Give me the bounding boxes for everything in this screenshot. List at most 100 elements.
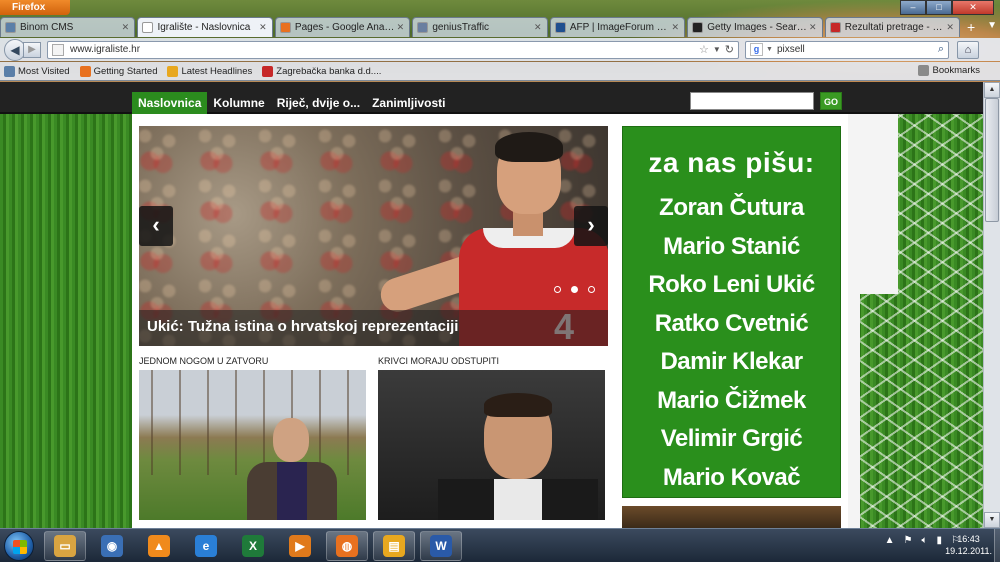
taskbar-app-button[interactable]: W [420,531,462,561]
bookmark-item[interactable]: Getting Started [79,65,157,77]
teaser-image-person [438,393,598,520]
scroll-down-button[interactable]: ▼ [984,512,1000,528]
tray-expand-icon[interactable]: ▲ [885,535,895,546]
start-button[interactable] [4,531,34,561]
tab-close-icon[interactable]: ✕ [945,22,955,33]
site-top-nav: Naslovnica Kolumne Riječ, dvije o... Zaniml… [0,82,983,114]
window-controls: – □ ✕ [900,0,994,15]
author-name[interactable]: Mario Kovač [623,459,840,498]
windows-taskbar: ▭ ◉ ▲ e X ▶ ◍ ▤ W ▲ ⚑ 🔈︎ ▮ ⚐ 16:43 19.12.2011. [0,528,1000,562]
author-name[interactable]: Mario Stanić [623,228,840,267]
teaser-title[interactable]: KRIVCI MORAJU ODSTUPITI [378,356,605,366]
taskbar-app-button[interactable]: ▲ [138,531,180,561]
bookmark-item[interactable]: Latest Headlines [167,65,252,77]
home-button[interactable]: ⌂ [957,40,979,59]
site-search-input[interactable] [690,92,814,110]
teaser-image-2[interactable] [378,370,605,520]
browser-tab[interactable]: AFP | ImageForum Down...✕ [549,17,686,37]
bank-icon [262,65,274,77]
teaser-image-person [247,418,337,520]
google-engine-icon[interactable]: g [750,43,763,56]
tab-label: Igralište - Naslovnica [157,22,251,33]
site-search-go-button[interactable]: GO [820,92,842,110]
slider-caption[interactable]: Ukić: Tužna istina o hrvatskoj reprezent… [139,310,608,346]
author-name[interactable]: Velimir Grgić [623,420,840,459]
bookmarks-menu-label: Bookmarks [932,65,980,76]
slider-dot[interactable] [571,286,578,293]
teaser-image-1[interactable] [139,370,366,520]
taskbar-app-button[interactable]: ▭ [44,531,86,561]
browser-tab[interactable]: Rezultati pretrage - Pixsel...✕ [824,17,961,37]
slider-dot[interactable] [554,286,561,293]
menu-item[interactable]: Riječ, dvije o... [271,92,366,114]
taskbar-app-button[interactable]: ▶ [279,531,321,561]
new-tab-button[interactable]: + [962,18,980,36]
flag-icon[interactable]: ⚑ [904,535,913,546]
tab-favicon-icon [829,22,841,33]
url-bar[interactable]: www.igraliste.hr ☆ ▼ ↻ [47,40,739,59]
url-history-dropdown-icon[interactable]: ▼ [713,45,721,54]
author-name[interactable]: Roko Leni Ukić [623,266,840,305]
teaser-article-2[interactable]: KRIVCI MORAJU ODSTUPITI [378,356,605,520]
browser-tab[interactable]: geniusTraffic ✕ [412,17,548,37]
pictures-icon: ▤ [383,535,405,557]
slider-prev-button[interactable]: ‹ [139,206,173,246]
menu-item[interactable]: Zanimljivosti [366,92,451,114]
bookmark-item[interactable]: Zagrebačka banka d.d.... [262,65,381,77]
site-identity-icon[interactable] [52,43,64,56]
close-window-button[interactable]: ✕ [952,0,994,15]
firefox-menu-button[interactable]: Firefox [0,0,70,15]
list-all-tabs-button[interactable]: ▼ [984,17,1000,35]
page-scrollbar[interactable]: ▲ ▼ [983,82,1000,528]
search-engine-dropdown-icon[interactable]: ▼ [766,46,773,53]
scroll-up-button[interactable]: ▲ [984,82,1000,98]
bookmark-item[interactable]: Most Visited [4,65,70,77]
author-name[interactable]: Zoran Čutura [623,189,840,228]
main-content: 4 ‹ › Ukić: Tužna istina o hrvatskoj rep… [132,114,848,528]
featured-slider[interactable]: 4 ‹ › Ukić: Tužna istina o hrvatskoj rep… [139,126,608,346]
search-input[interactable]: pixsell [777,44,938,55]
rss-icon [167,65,179,77]
system-clock[interactable]: 16:43 19.12.2011. [945,533,992,557]
tab-close-icon[interactable]: ✕ [120,22,130,33]
taskbar-app-button[interactable]: ◉ [91,531,133,561]
maximize-button[interactable]: □ [926,0,952,15]
author-name[interactable]: Damir Klekar [623,343,840,382]
bookmarks-menu[interactable]: Bookmarks [918,65,980,76]
bookmark-star-icon[interactable]: ☆ [699,43,709,56]
network-icon[interactable]: ▮ [937,535,943,546]
browser-tab[interactable]: Getty Images - Search: cr...✕ [687,17,823,37]
browser-tab[interactable]: Igralište - Naslovnica ✕ [137,17,273,37]
slider-dot[interactable] [588,286,595,293]
volume-icon[interactable]: 🔈︎ [922,535,928,546]
browser-tab[interactable]: Pages - Google Analytics✕ [274,17,411,37]
scrollbar-thumb[interactable] [985,98,999,222]
side-banner-partial[interactable] [622,506,841,528]
show-desktop-button[interactable] [994,529,1000,562]
author-name[interactable]: Ratko Cvetnić [623,305,840,344]
url-text[interactable]: www.igraliste.hr [70,44,695,55]
menu-item[interactable]: Naslovnica [132,92,208,114]
tab-close-icon[interactable]: ✕ [808,22,818,33]
tab-close-icon[interactable]: ✕ [670,22,680,33]
taskbar-app-button[interactable]: X [232,531,274,561]
teaser-article-1[interactable]: JEDNOM NOGOM U ZATVORU [139,356,366,520]
search-bar[interactable]: g ▼ pixsell ⌕ [745,40,949,59]
forward-button[interactable]: ▶ [23,41,41,58]
slider-next-button[interactable]: › [574,206,608,246]
taskbar-app-button[interactable]: e [185,531,227,561]
menu-item[interactable]: Kolumne [207,92,270,114]
author-name[interactable]: Mario Čižmek [623,382,840,421]
taskbar-app-button[interactable]: ▤ [373,531,415,561]
reload-icon[interactable]: ↻ [725,43,734,56]
person-shirt [494,479,542,520]
teaser-title[interactable]: JEDNOM NOGOM U ZATVORU [139,356,366,366]
search-magnifier-icon[interactable]: ⌕ [938,43,944,56]
taskbar-app-button[interactable]: ◍ [326,531,368,561]
bookmarks-toolbar: Most Visited Getting Started Latest Headli… [0,62,1000,81]
tab-close-icon[interactable]: ✕ [395,22,405,33]
browser-tab[interactable]: Binom CMS ✕ [0,17,136,37]
minimize-button[interactable]: – [900,0,926,15]
tab-close-icon[interactable]: ✕ [258,22,268,33]
tab-close-icon[interactable]: ✕ [533,22,543,33]
